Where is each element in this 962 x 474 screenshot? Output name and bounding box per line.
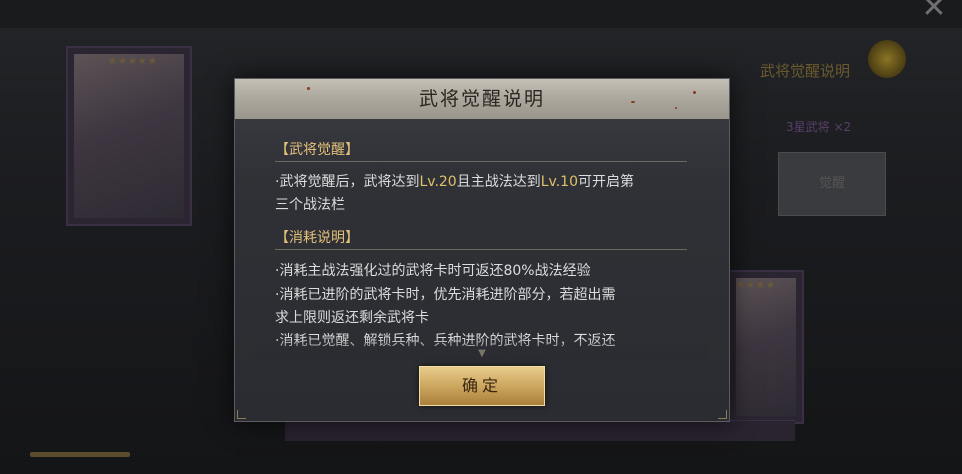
text-segment: ·武将觉醒后，武将达到 (275, 174, 420, 190)
dialog-title: 武将觉醒说明 (418, 88, 545, 110)
section-heading-awakening: 【武将觉醒】 (275, 139, 687, 162)
scroll-bar[interactable] (30, 452, 130, 457)
consumption-description-line: ·消耗主战法强化过的武将卡时可返还80%战法经验 (275, 263, 591, 279)
close-icon[interactable]: ✕ (914, 0, 954, 23)
background-top-band (0, 0, 962, 28)
awaken-slot[interactable]: 觉醒 (778, 152, 886, 216)
awakening-description-line: 三个战法栏 (275, 197, 345, 213)
level-requirement: Lv.10 (540, 174, 578, 190)
section-heading-consumption: 【消耗说明】 (275, 227, 687, 250)
text-segment: 且主战法达到 (456, 174, 541, 190)
level-requirement: Lv.20 (419, 174, 457, 190)
confirm-button[interactable]: 确定 (419, 366, 545, 406)
chevron-down-icon[interactable]: ▼ (474, 349, 490, 359)
corner-ornament (237, 410, 246, 419)
game-screen: ✕ ★★★★★ 武将觉醒说明 3星武将 ×2 觉醒 ★★★★ 武将觉醒说明 【武… (0, 0, 962, 474)
hero-card[interactable]: ★★★★ (728, 270, 804, 424)
star-rating-icon: ★★★★★ (108, 56, 158, 67)
awakening-info-dialog: 武将觉醒说明 【武将觉醒】 ·武将觉醒后，武将达到Lv.20且主战法达到Lv.1… (234, 78, 730, 422)
background-panel-subtitle: 3星武将 ×2 (786, 120, 852, 134)
card-list-strip (285, 420, 795, 441)
hero-portrait (736, 278, 796, 416)
dialog-header: 武将觉醒说明 (235, 79, 729, 119)
badge-icon (868, 40, 906, 78)
consumption-description-line: ·消耗已进阶的武将卡时，优先消耗进阶部分，若超出需 (275, 287, 616, 303)
star-rating-icon: ★★★★ (736, 280, 776, 291)
hero-card[interactable]: ★★★★★ (66, 46, 192, 226)
corner-ornament (718, 410, 727, 419)
text-segment: 可开启第 (577, 174, 634, 190)
awakening-description-line: ·武将觉醒后，武将达到Lv.20且主战法达到Lv.10可开启第 (275, 170, 695, 194)
consumption-description-line: 求上限则返还剩余武将卡 (275, 310, 429, 326)
background-panel-title: 武将觉醒说明 (760, 62, 851, 80)
hero-portrait (74, 54, 184, 218)
